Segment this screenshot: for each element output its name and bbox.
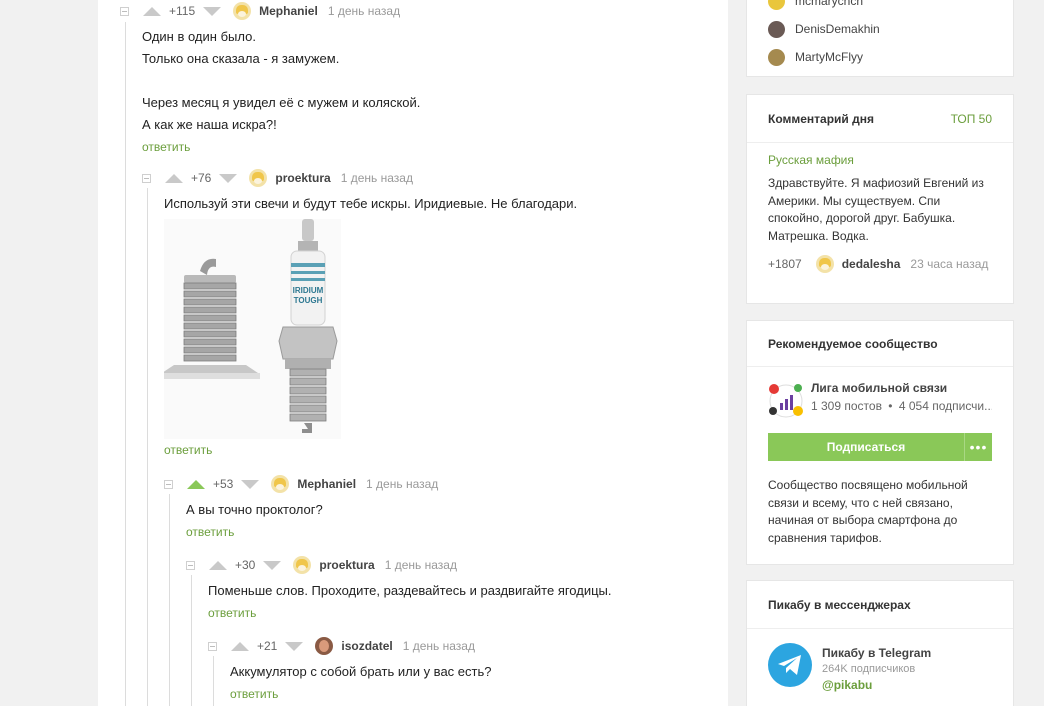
downvote-arrow-icon[interactable] <box>241 479 260 489</box>
user-row[interactable]: DenisDemakhin <box>747 15 1013 43</box>
telegram-handle[interactable]: @pikabu <box>822 678 931 692</box>
comment-time[interactable]: 1 день назад <box>385 558 457 572</box>
comment-text: Один в один было. Только она сказала - я… <box>142 29 421 132</box>
user-name[interactable]: mcmarychch <box>795 0 863 8</box>
telegram-subscribers: 264K подписчиков <box>822 663 916 675</box>
comment-header: +115 Mephaniel 1 день назад <box>120 1 720 21</box>
card-header: Рекомендуемое сообщество <box>747 321 1013 367</box>
comment: +53 Mephaniel 1 день назад А вы точно пр… <box>164 474 724 539</box>
telegram-channel-name[interactable]: Пикабу в Telegram <box>822 646 931 660</box>
community-subscribers: 4 054 подписчи... <box>898 399 992 413</box>
comment-author[interactable]: isozdatel <box>341 639 392 653</box>
collapse-toggle[interactable] <box>142 173 151 183</box>
comment-time[interactable]: 1 день назад <box>403 639 475 653</box>
avatar[interactable] <box>293 556 312 574</box>
upvote-arrow-icon[interactable] <box>143 6 161 16</box>
comment-header: +53 Mephaniel 1 день назад <box>164 474 724 494</box>
comment-header: +76 proektura 1 день назад <box>142 168 722 188</box>
comment: +30 proektura 1 день назад Поменьше слов… <box>186 555 726 620</box>
telegram-icon[interactable] <box>768 643 812 687</box>
collapse-toggle[interactable] <box>186 560 195 570</box>
more-options-button[interactable]: ••• <box>964 433 992 461</box>
subscribe-control: Подписаться ••• <box>768 433 992 461</box>
reply-link[interactable]: ответить <box>186 525 234 539</box>
plug-label: TOUGH <box>294 296 323 305</box>
comment-rating: +53 <box>213 477 234 491</box>
card-title: Рекомендуемое сообщество <box>768 336 938 351</box>
avatar[interactable] <box>315 637 334 655</box>
user-avatar <box>768 20 785 38</box>
upvote-arrow-icon[interactable] <box>209 560 227 570</box>
plug-label: IRIDIUM <box>293 286 324 295</box>
comment-header: +30 proektura 1 день назад <box>186 555 726 575</box>
comment: +115 Mephaniel 1 день назад Один в один … <box>120 1 720 154</box>
avatar[interactable] <box>815 255 834 273</box>
comment-of-day-author[interactable]: dedalesha <box>842 257 901 271</box>
comment-text: Поменьше слов. Проходите, раздевайтесь и… <box>208 583 612 598</box>
comment: +21 isozdatel 1 день назад Аккумулятор с… <box>208 636 728 701</box>
comment-author[interactable]: proektura <box>319 558 374 572</box>
comment: +76 proektura 1 день назад Используй эти… <box>142 168 722 457</box>
collapse-toggle[interactable] <box>164 479 173 489</box>
comment-of-day-rating: +1807 <box>768 257 802 271</box>
reply-link[interactable]: ответить <box>164 443 212 457</box>
downvote-arrow-icon[interactable] <box>219 173 238 183</box>
comment-header: +21 isozdatel 1 день назад <box>208 636 728 656</box>
avatar[interactable] <box>249 169 268 187</box>
downvote-arrow-icon[interactable] <box>203 6 222 16</box>
top50-link[interactable]: ТОП 50 <box>951 112 992 126</box>
comment-of-day-time[interactable]: 23 часа назад <box>910 257 988 271</box>
upvote-arrow-icon[interactable] <box>231 641 249 651</box>
comment-rating: +21 <box>257 639 278 653</box>
card-title: Пикабу в мессенджерах <box>768 597 911 612</box>
comment-of-day-card: Комментарий дня ТОП 50 Русская мафия Здр… <box>746 94 1014 304</box>
subscribe-button[interactable]: Подписаться <box>768 433 964 461</box>
card-header: Пикабу в мессенджерах <box>747 581 1013 629</box>
collapse-toggle[interactable] <box>120 6 129 16</box>
sidebar: mcmarychch DenisDemakhin MartyMcFlyy Ком… <box>746 0 1014 706</box>
user-avatar <box>768 0 785 10</box>
comment-author[interactable]: proektura <box>275 171 330 185</box>
comment-rating: +30 <box>235 558 256 572</box>
card-title: Комментарий дня <box>768 111 875 126</box>
reply-link[interactable]: ответить <box>208 606 256 620</box>
messengers-card: Пикабу в мессенджерах Пикабу в Telegram … <box>746 580 1014 706</box>
comment-text: А вы точно проктолог? <box>186 502 323 517</box>
avatar[interactable] <box>233 2 252 20</box>
user-row[interactable]: mcmarychch <box>747 0 1013 15</box>
comment-time[interactable]: 1 день назад <box>366 477 438 491</box>
community-description: Сообщество посвящено мобильной связи и в… <box>768 478 968 545</box>
avatar[interactable] <box>271 475 290 493</box>
community-name[interactable]: Лига мобильной связи <box>811 381 992 395</box>
user-avatar <box>768 48 785 66</box>
downvote-arrow-icon[interactable] <box>285 641 304 651</box>
reply-link[interactable]: ответить <box>142 140 190 154</box>
comment-text: Аккумулятор с собой брать или у вас есть… <box>230 664 492 679</box>
collapse-toggle[interactable] <box>208 641 217 651</box>
card-header: Комментарий дня ТОП 50 <box>747 95 1013 143</box>
comment-rating: +76 <box>191 171 212 185</box>
comment-rating: +115 <box>169 4 196 18</box>
users-list: mcmarychch DenisDemakhin MartyMcFlyy <box>746 0 1014 77</box>
spark-plugs-illustration: IRIDIUM TOUGH <box>162 219 341 439</box>
user-name[interactable]: MartyMcFlyy <box>795 50 863 64</box>
recommended-community-card: Рекомендуемое сообщество Лига мобильной … <box>746 320 1014 565</box>
community-link[interactable]: Русская мафия <box>768 153 992 167</box>
upvote-arrow-icon[interactable] <box>165 173 183 183</box>
comments-column: +115 Mephaniel 1 день назад Один в один … <box>98 0 728 706</box>
community-posts: 1 309 постов <box>811 399 882 413</box>
comment-time[interactable]: 1 день назад <box>328 4 400 18</box>
user-name[interactable]: DenisDemakhin <box>795 22 880 36</box>
downvote-arrow-icon[interactable] <box>263 560 282 570</box>
reply-link[interactable]: ответить <box>230 687 278 701</box>
comment-text: Используй эти свечи и будут тебе искры. … <box>164 196 578 211</box>
comment-time[interactable]: 1 день назад <box>341 171 413 185</box>
upvote-arrow-icon[interactable] <box>187 479 205 489</box>
spark-plugs-image[interactable]: IRIDIUM TOUGH <box>162 219 341 439</box>
user-row[interactable]: MartyMcFlyy <box>747 43 1013 71</box>
comment-author[interactable]: Mephaniel <box>259 4 318 18</box>
comment-author[interactable]: Mephaniel <box>297 477 356 491</box>
comment-of-day-text: Здравствуйте. Я мафиозий Евгений из Амер… <box>768 176 984 243</box>
community-logo-icon[interactable] <box>768 383 804 419</box>
